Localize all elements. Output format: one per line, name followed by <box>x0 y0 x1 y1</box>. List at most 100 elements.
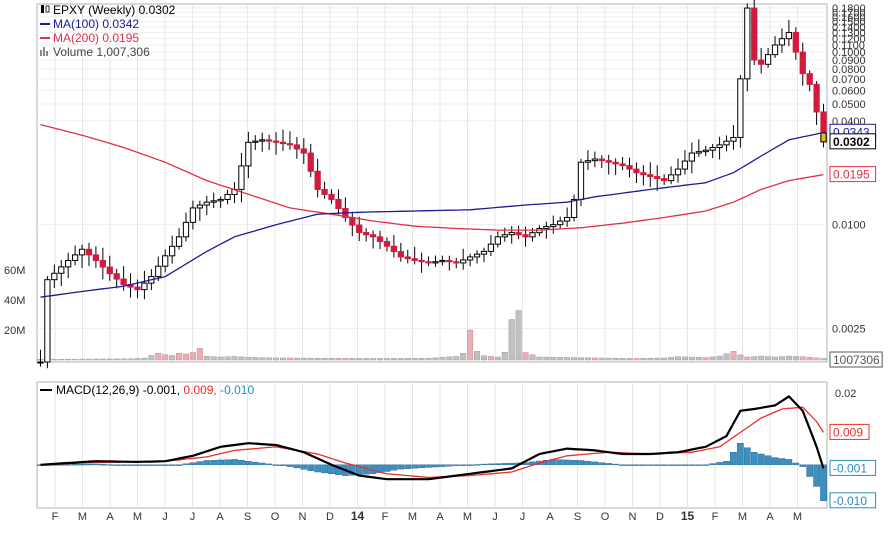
x-tick-label: M <box>408 511 417 523</box>
volume-bar <box>120 358 127 361</box>
candle-body <box>335 198 342 209</box>
candle-body <box>210 200 217 203</box>
candle-body <box>570 198 578 219</box>
volume-bar <box>432 357 439 361</box>
volume-bar <box>411 358 418 361</box>
volume-bar <box>612 357 619 361</box>
candle-body <box>44 279 51 363</box>
histogram-bar <box>466 464 474 466</box>
candle-body <box>661 178 668 182</box>
macd-legend: MACD(12,26,9) -0.001, 0.009, -0.010 <box>40 383 254 397</box>
candle-body <box>577 161 585 200</box>
candle-body <box>605 160 612 163</box>
volume-bar <box>321 357 328 361</box>
histogram-bar <box>238 460 245 465</box>
volume-bar <box>439 357 446 361</box>
histogram-bar <box>820 464 827 501</box>
x-tick-label: S <box>574 511 581 523</box>
candle-body <box>515 232 522 236</box>
volume-bar <box>51 359 58 361</box>
histogram-bar <box>106 464 114 466</box>
candle-body <box>99 259 106 268</box>
y-tick-label: 0.0700 <box>832 74 866 86</box>
volume-bar <box>245 357 252 361</box>
candle-body <box>356 224 363 234</box>
macd-legend-part: 0.009, <box>180 383 217 397</box>
histogram-bar <box>189 462 197 466</box>
volume-bar <box>647 357 654 361</box>
volume-bar <box>300 357 307 361</box>
volume-bar <box>591 357 598 361</box>
volume-bar <box>342 358 349 361</box>
histogram-bar <box>640 464 647 466</box>
volume-bar <box>633 358 640 361</box>
volume-bar <box>543 356 550 361</box>
volume-bar <box>259 357 266 361</box>
candle-body <box>279 141 287 145</box>
histogram-bar <box>598 462 606 466</box>
candle-body <box>460 259 467 264</box>
volume-bar <box>529 354 536 361</box>
macd-label--0.010-text: -0.010 <box>833 494 867 508</box>
candle-body <box>466 256 474 261</box>
candle-body <box>667 174 675 182</box>
volume-bar <box>106 358 113 361</box>
candle-body <box>432 261 439 264</box>
x-tick-label: S <box>244 511 251 523</box>
candle-body <box>286 143 294 146</box>
candle-body <box>508 232 515 236</box>
volume-bar <box>577 357 585 361</box>
volume-bar <box>155 353 162 361</box>
price-label-0.0302: 0.0302 <box>829 133 877 150</box>
volume-bar <box>772 356 779 361</box>
candle-body <box>397 251 404 258</box>
volume-axis-label: 60M <box>4 265 25 277</box>
x-tick-label: O <box>601 511 610 523</box>
candle-body <box>709 147 716 151</box>
histogram-bar <box>78 464 86 466</box>
volume-bar <box>266 357 273 361</box>
candlestick-icon <box>45 5 50 13</box>
volume-bar <box>404 358 411 361</box>
histogram-bar <box>605 463 613 465</box>
x-tick-label: A <box>546 511 554 523</box>
candle-body <box>681 160 689 170</box>
histogram-bar <box>217 459 224 466</box>
histogram-bar <box>224 459 231 466</box>
candle-body <box>654 176 661 180</box>
candle-body <box>78 248 86 256</box>
histogram-bar <box>279 464 287 466</box>
macd-legend-part: MACD(12,26,9) -0.001, <box>56 383 180 397</box>
volume-bar <box>674 356 682 361</box>
x-tick-label: 15 <box>681 509 695 523</box>
histogram-bar <box>771 457 779 466</box>
candle-body <box>758 59 765 65</box>
volume-bar <box>494 356 501 361</box>
histogram-bar <box>99 464 107 466</box>
volume-bar <box>820 358 827 361</box>
volume-bar <box>148 355 155 361</box>
candle-body <box>771 44 779 56</box>
macd-y-tick: 0.02 <box>835 388 856 400</box>
histogram-bar <box>210 460 218 465</box>
histogram-bar <box>85 463 93 466</box>
candle-body <box>293 144 301 150</box>
candle-body <box>550 224 557 228</box>
volume-bar <box>501 351 508 361</box>
volume-bar <box>134 358 141 361</box>
histogram-bar <box>695 464 703 466</box>
volume-bar <box>799 356 806 361</box>
candle-body <box>563 217 571 222</box>
candle-body <box>363 232 370 236</box>
candlestick-icon <box>41 5 44 13</box>
volume-bar <box>217 356 224 361</box>
volume-bar <box>744 356 751 361</box>
x-tick-label: D <box>326 511 334 523</box>
candle-body <box>307 152 314 172</box>
volume-bar <box>425 357 432 361</box>
candle-body <box>751 7 758 61</box>
x-tick-label: A <box>216 511 224 523</box>
candle-body <box>314 170 321 190</box>
histogram-bar <box>653 464 661 466</box>
volume-bar <box>474 351 481 361</box>
